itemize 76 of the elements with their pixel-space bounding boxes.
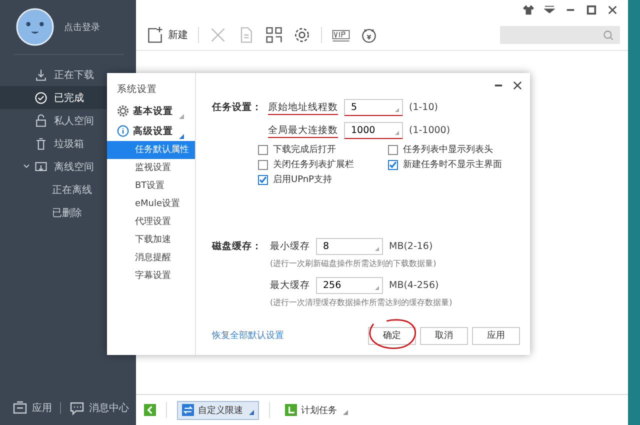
close-icon[interactable] <box>513 81 522 90</box>
speed-limit-button[interactable]: 自定义限速 <box>177 400 259 420</box>
checkbox-label: 任务列表中显示列表头 <box>403 144 493 156</box>
download-icon <box>34 68 48 82</box>
checkbox[interactable] <box>258 160 268 170</box>
section-label: 任务设置： <box>212 101 262 114</box>
checkbox-label: 下载完成后打开 <box>273 144 336 156</box>
message-center-button[interactable]: 消息中心 <box>69 400 129 416</box>
checkbox[interactable] <box>258 144 268 154</box>
field-note: (进行一次刷新磁盘操作所需达到的下载数据量) <box>270 258 438 269</box>
settings-nav-item[interactable]: 下载加速 <box>107 231 195 249</box>
search-icon <box>603 30 614 40</box>
range-hint: MB(4-256) <box>389 280 439 291</box>
number-dropdown[interactable]: 256 <box>316 277 383 294</box>
trash-icon <box>34 136 48 150</box>
apps-button[interactable]: 应用 <box>12 400 52 416</box>
checkbox-label: 关闭任务列表扩展栏 <box>273 158 354 171</box>
range-hint: MB(2-16) <box>389 241 433 252</box>
close-icon[interactable] <box>607 5 618 15</box>
settings-nav-item[interactable]: 代理设置 <box>107 213 195 231</box>
dialog-button[interactable]: 应用 <box>472 326 520 344</box>
checkbox[interactable] <box>388 144 398 154</box>
checkbox[interactable] <box>388 160 398 170</box>
number-dropdown[interactable]: 8 <box>316 238 383 255</box>
avatar-icon[interactable] <box>16 8 54 46</box>
settings-icon[interactable] <box>293 26 311 44</box>
resize-grip-icon <box>395 131 399 135</box>
menu-icon[interactable] <box>544 5 555 15</box>
caret-icon <box>179 134 184 139</box>
info-icon <box>117 125 129 137</box>
resize-grip-icon <box>395 108 399 112</box>
settings-nav-item[interactable]: 任务默认属性 <box>107 141 195 159</box>
swap-arrows-icon <box>182 404 194 416</box>
section-label: 磁盘缓存： <box>212 240 263 253</box>
caret-icon <box>343 410 348 414</box>
field-label: 全局最大连接数 <box>268 124 338 138</box>
caret-icon <box>179 114 184 119</box>
field-label: 原始地址线程数 <box>268 100 338 114</box>
checkbox-label: 启用UPnP支持 <box>273 174 332 186</box>
settings-nav-item[interactable]: eMule设置 <box>107 195 195 213</box>
piggy-bank-icon[interactable] <box>360 26 378 44</box>
resize-grip-icon <box>375 247 379 251</box>
chat-bubble-icon <box>69 400 85 416</box>
number-dropdown[interactable]: 5 <box>344 99 403 116</box>
settings-nav-item[interactable]: 消息提醒 <box>107 249 195 267</box>
checkbox-label: 新建任务时不显示主界面 <box>403 158 502 171</box>
checkbox[interactable] <box>258 174 268 184</box>
settings-nav-item[interactable]: BT设置 <box>107 177 195 195</box>
apps-icon <box>12 400 28 416</box>
gear-icon <box>117 105 129 117</box>
resize-grip-icon <box>375 286 379 290</box>
chevron-icon[interactable] <box>23 164 30 169</box>
dialog-button[interactable]: 确定 <box>368 326 416 344</box>
lock-icon <box>34 114 48 128</box>
check-circle-icon <box>34 90 48 104</box>
caret-icon <box>249 410 254 414</box>
shirt-icon[interactable] <box>523 5 534 15</box>
login-link[interactable]: 点击登录 <box>64 20 100 34</box>
range-hint: (1-10) <box>409 102 439 113</box>
search-field[interactable] <box>500 26 620 44</box>
field-note: (进行一次清理缓存数据操作所需达到的缓存数据量) <box>270 297 454 308</box>
new-task-button[interactable]: 新建 <box>146 26 188 44</box>
field-label: 最大缓存 <box>270 279 310 292</box>
settings-group[interactable]: 高级设置 <box>107 121 195 141</box>
back-icon[interactable] <box>144 404 156 416</box>
restore-defaults-link[interactable]: 恢复全部默认设置 <box>212 329 284 342</box>
number-dropdown[interactable]: 1000 <box>344 122 403 139</box>
schedule-button[interactable]: 计划任务 <box>280 400 353 420</box>
maximize-icon[interactable] <box>586 5 597 15</box>
range-hint: (1-1000) <box>409 125 450 136</box>
monitor-download-icon <box>34 160 48 174</box>
grid-icon[interactable] <box>265 26 283 44</box>
field-label: 最小缓存 <box>270 240 310 253</box>
dialog-button[interactable]: 取消 <box>420 326 468 344</box>
settings-nav-item[interactable]: 字幕设置 <box>107 267 195 285</box>
new-file-icon <box>146 26 164 44</box>
